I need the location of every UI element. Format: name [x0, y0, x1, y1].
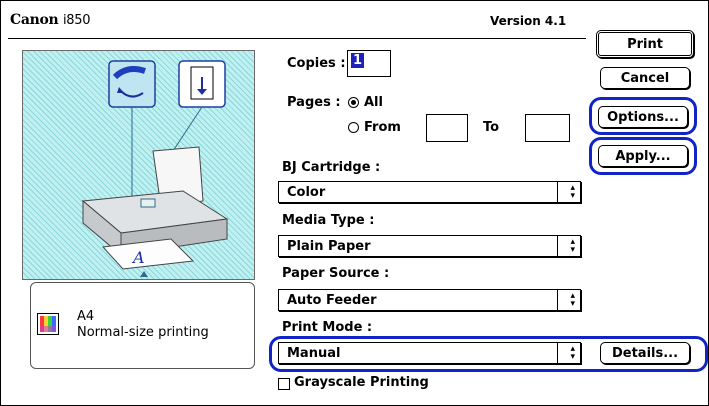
paper-source-select[interactable]: Auto Feeder ▴ ▾	[278, 289, 581, 311]
printer-model: i850	[63, 13, 91, 28]
pages-to-input[interactable]	[525, 114, 570, 142]
bj-cartridge-value: Color	[287, 185, 326, 200]
options-button[interactable]: Options...	[598, 106, 688, 128]
brand-name: Canon	[10, 12, 59, 28]
pages-from-radio[interactable]	[348, 122, 359, 133]
paper-source-label: Paper Source :	[282, 266, 390, 281]
up-down-arrow-icon: ▴ ▾	[570, 344, 575, 362]
printer-icon: A	[81, 146, 229, 270]
print-quality-icon[interactable]	[108, 60, 156, 108]
version-label: Version 4.1	[490, 14, 567, 28]
grayscale-label: Grayscale Printing	[294, 375, 429, 390]
pages-all-label: All	[364, 95, 383, 110]
bj-cartridge-label: BJ Cartridge :	[282, 160, 381, 175]
bj-cartridge-select[interactable]: Color ▴ ▾	[278, 181, 581, 203]
print-button[interactable]: Print	[596, 30, 694, 58]
media-type-label: Media Type :	[282, 213, 375, 228]
cancel-button[interactable]: Cancel	[600, 67, 690, 89]
up-down-arrow-icon: ▴ ▾	[570, 291, 575, 309]
pages-all-radio[interactable]	[348, 97, 359, 108]
copies-input[interactable]: 1	[347, 50, 391, 77]
pages-label: Pages :	[287, 95, 341, 110]
color-swatch-icon	[37, 313, 59, 335]
print-mode-label: Print Mode :	[282, 320, 373, 335]
print-mode-value: Manual	[287, 346, 341, 361]
media-type-select[interactable]: Plain Paper ▴ ▾	[278, 235, 581, 257]
pages-from-label: From	[364, 120, 401, 135]
print-mode-select[interactable]: Manual ▴ ▾	[278, 342, 581, 364]
pages-to-label: To	[483, 120, 500, 135]
media-type-value: Plain Paper	[287, 239, 371, 254]
svg-text:A: A	[131, 248, 145, 267]
details-button[interactable]: Details...	[600, 342, 690, 364]
paper-feed-icon[interactable]	[178, 60, 226, 108]
print-preview: A	[22, 50, 255, 280]
brand-title: Canon i850	[10, 12, 91, 28]
copies-label: Copies :	[287, 56, 346, 71]
paper-source-value: Auto Feeder	[287, 293, 377, 308]
paper-description: Normal-size printing	[77, 325, 209, 340]
paper-info-panel: A4 Normal-size printing	[30, 282, 255, 369]
paper-size: A4	[77, 309, 95, 324]
grayscale-checkbox[interactable]	[278, 378, 290, 390]
pages-from-input[interactable]	[426, 114, 468, 142]
up-down-arrow-icon: ▴ ▾	[570, 237, 575, 255]
up-down-arrow-icon: ▴ ▾	[570, 183, 575, 201]
header-divider	[8, 38, 586, 39]
copies-value: 1	[351, 53, 365, 68]
apply-button[interactable]: Apply...	[598, 145, 688, 167]
